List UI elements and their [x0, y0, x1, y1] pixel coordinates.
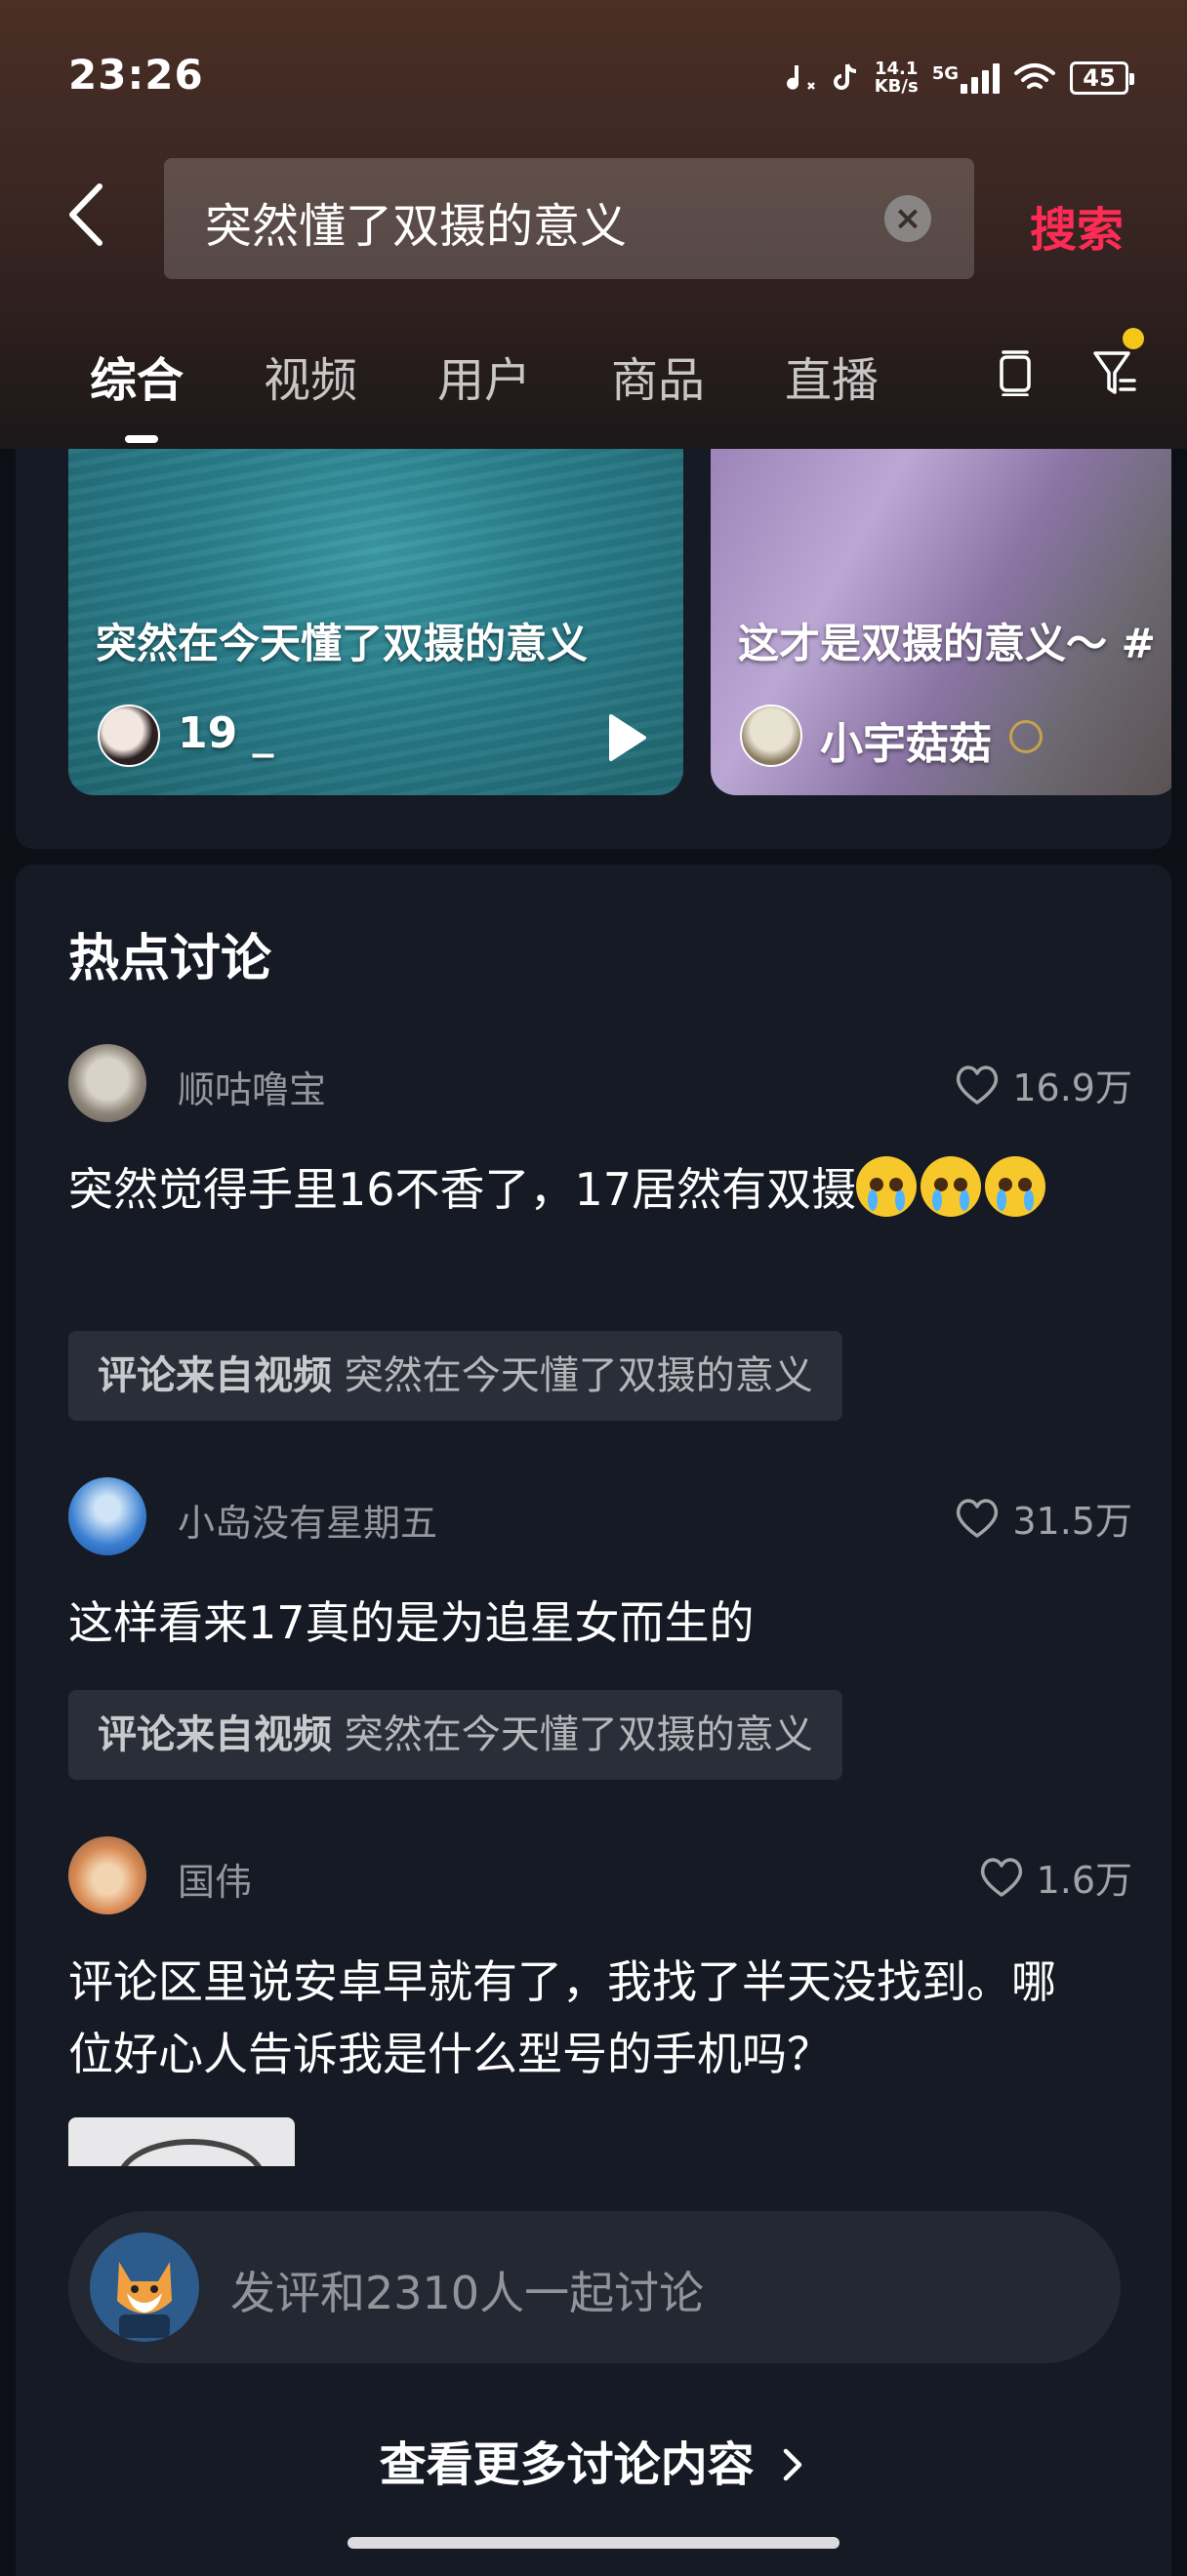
filter-icon[interactable] — [1091, 343, 1140, 398]
video-card[interactable]: 这才是双摄的意义～ # 小宇菇菇 — [711, 449, 1171, 795]
comment-source-tag[interactable]: 评论来自视频 突然在今天懂了双摄的意义 — [68, 1690, 842, 1780]
video-title: 这才是双摄的意义～ # — [738, 620, 1156, 667]
tab-videos[interactable]: 视频 — [264, 342, 357, 410]
avatar[interactable] — [68, 1836, 146, 1914]
avatar[interactable] — [68, 1044, 146, 1122]
source-video-title: 突然在今天懂了双摄的意义 — [344, 1712, 813, 1757]
back-arrow-icon[interactable] — [64, 181, 107, 249]
music-icon — [786, 65, 815, 90]
like-count: 31.5万 — [1012, 1500, 1132, 1543]
comment-username[interactable]: 小岛没有星期五 — [178, 1493, 437, 1547]
avatar[interactable] — [740, 704, 802, 767]
verified-badge-icon — [1009, 720, 1043, 753]
status-time: 23:26 — [68, 51, 204, 99]
comment-item[interactable]: 顺咕噜宝 16.9万 突然觉得手里16不香了，17居然有双摄 — [68, 1044, 1132, 1337]
view-more-discussions-link[interactable]: 查看更多讨论内容 — [16, 2426, 1171, 2494]
heart-icon — [957, 1065, 999, 1105]
comment-input[interactable]: 发评和2310人一起讨论 — [68, 2211, 1121, 2363]
network-speed: 14.1 KB/s — [874, 59, 919, 97]
hot-discussion-panel: 热点讨论 顺咕噜宝 16.9万 突然觉得手里16不香了，17居然有双摄 评论来自… — [16, 865, 1171, 2576]
signal-icon — [961, 62, 1000, 94]
crying-emoji-icon — [985, 1156, 1046, 1217]
clear-search-icon[interactable]: × — [884, 195, 931, 242]
layout-toggle-icon[interactable] — [998, 349, 1033, 396]
battery-icon: 45 — [1070, 61, 1134, 95]
heart-icon — [957, 1498, 999, 1538]
heart-icon — [980, 1857, 1022, 1897]
like-count: 1.6万 — [1036, 1859, 1132, 1902]
crying-emoji-icon — [921, 1156, 982, 1217]
avatar[interactable] — [98, 704, 160, 767]
avatar[interactable] — [68, 1477, 146, 1555]
search-button[interactable]: 搜索 — [1030, 191, 1124, 260]
comment-image[interactable] — [68, 2117, 295, 2166]
search-query[interactable]: 突然懂了双摄的意义 — [205, 187, 627, 256]
comment-text: 突然觉得手里16不香了，17居然有双摄 — [68, 1153, 1123, 1226]
section-title: 热点讨论 — [68, 930, 272, 988]
avatar — [90, 2233, 199, 2342]
tab-products[interactable]: 商品 — [611, 342, 705, 410]
search-input[interactable]: 突然懂了双摄的意义 × — [164, 158, 974, 279]
like-button[interactable]: 1.6万 — [978, 1850, 1132, 1904]
wifi-icon — [1014, 63, 1055, 89]
video-author[interactable]: 19 _ — [178, 708, 274, 758]
like-button[interactable]: 16.9万 — [954, 1058, 1132, 1111]
status-bar: 23:26 14.1 KB/s 5G 45 — [0, 0, 1187, 156]
video-results: 突然在今天懂了双摄的意义 19 _ 这才是双摄的意义～ # 小宇菇菇 — [16, 449, 1171, 849]
like-button[interactable]: 31.5万 — [954, 1491, 1132, 1545]
comment-item[interactable]: 国伟 1.6万 评论区里说安卓早就有了，我找了半天没找到。哪位好心人告诉我是什么… — [68, 1836, 1132, 2110]
crying-emoji-icon — [856, 1156, 918, 1217]
filter-badge-dot — [1123, 328, 1144, 349]
comment-username[interactable]: 顺咕噜宝 — [178, 1060, 326, 1113]
comment-username[interactable]: 国伟 — [178, 1852, 252, 1906]
comment-input-placeholder: 发评和2310人一起讨论 — [230, 2267, 705, 2319]
tab-all[interactable]: 综合 — [90, 342, 184, 410]
active-tab-indicator — [125, 435, 158, 443]
like-count: 16.9万 — [1012, 1067, 1132, 1109]
status-icons: 14.1 KB/s 5G 45 — [785, 57, 1134, 100]
network-type: 5G — [931, 63, 959, 84]
source-video-title: 突然在今天懂了双摄的意义 — [344, 1353, 813, 1398]
tab-users[interactable]: 用户 — [437, 342, 531, 410]
comment-text: 这样看来17真的是为追星女而生的 — [68, 1596, 755, 1649]
comment-text: 评论区里说安卓早就有了，我找了半天没找到。哪位好心人告诉我是什么型号的手机吗？ — [68, 1955, 1056, 2080]
comment-source-tag[interactable]: 评论来自视频 突然在今天懂了双摄的意义 — [68, 1331, 842, 1421]
video-author[interactable]: 小宇菇菇 — [820, 708, 992, 771]
video-title: 突然在今天懂了双摄的意义 — [96, 620, 589, 667]
home-indicator[interactable] — [348, 2537, 839, 2549]
comment-item[interactable]: 小岛没有星期五 31.5万 这样看来17真的是为追星女而生的 — [68, 1477, 1132, 1672]
chevron-right-icon — [784, 2448, 802, 2481]
video-card[interactable]: 突然在今天懂了双摄的意义 19 _ — [68, 449, 683, 795]
play-icon — [609, 714, 646, 761]
tab-live[interactable]: 直播 — [785, 342, 879, 410]
tiktok-icon — [833, 63, 856, 90]
